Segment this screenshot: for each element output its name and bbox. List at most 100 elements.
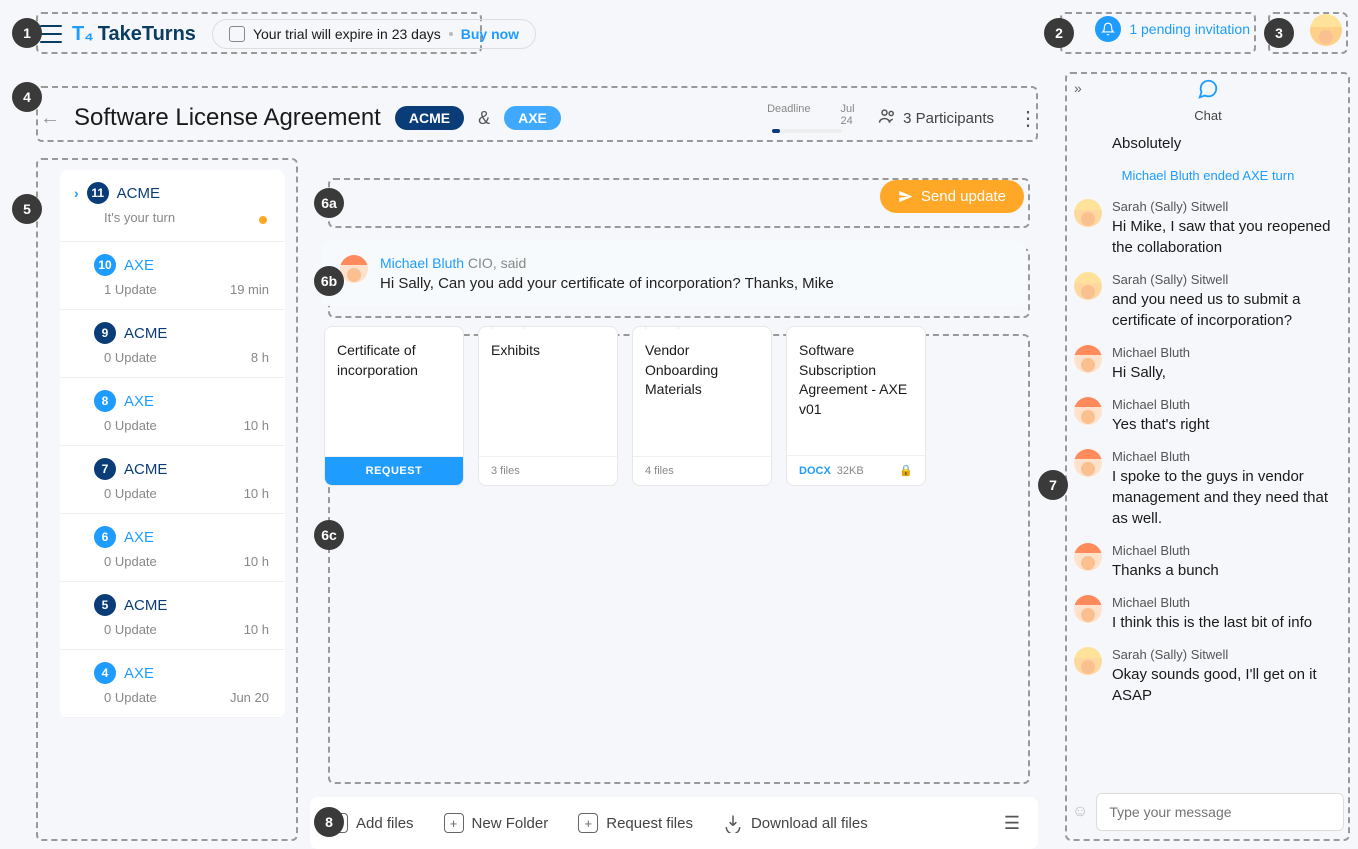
trial-banner: Your trial will expire in 23 days Buy no…: [212, 19, 536, 49]
chat-body-text: Hi Sally,: [1112, 362, 1342, 383]
file-card[interactable]: Certificate of incorporationREQUEST: [324, 326, 464, 486]
turn-party: ACME: [124, 597, 167, 614]
chat-message: Sarah (Sally) Sitwell Hi Mike, I saw that…: [1074, 199, 1342, 258]
file-title: Software Subscription Agreement - AXE v0…: [787, 327, 925, 455]
chat-body-text: Hi Mike, I saw that you reopened the col…: [1112, 216, 1342, 258]
turn-item[interactable]: 7ACME0 Update10 h: [60, 446, 285, 514]
menu-icon[interactable]: [40, 25, 62, 43]
download-all-label: Download all files: [751, 815, 868, 832]
chat-header: » Chat: [1068, 72, 1348, 131]
chat-avatar-icon: [1074, 199, 1102, 227]
chat-avatar-icon: [1074, 272, 1102, 300]
turn-party: AXE: [124, 257, 154, 274]
turn-party: ACME: [117, 185, 160, 202]
collapse-icon[interactable]: »: [1074, 80, 1082, 96]
turn-number: 9: [94, 322, 116, 344]
marker-1: 1: [12, 18, 42, 48]
turn-number: 8: [94, 390, 116, 412]
turn-message: Michael Bluth CIO, said Hi Sally, Can yo…: [322, 241, 1026, 306]
marker-7: 7: [1038, 470, 1068, 500]
chat-body-text: and you need us to submit a certificate …: [1112, 289, 1342, 331]
chat-author: Michael Bluth: [1112, 595, 1342, 610]
request-files-label: Request files: [606, 815, 693, 832]
chat-body-text: Okay sounds good, I'll get on it ASAP: [1112, 664, 1342, 706]
turn-time: 10 h: [244, 622, 269, 637]
turn-item[interactable]: ›11ACMEIt's your turn: [60, 170, 285, 242]
send-bar: Send update: [310, 170, 1038, 223]
turns-sidebar: ›11ACMEIt's your turn10AXE1 Update19 min…: [60, 170, 285, 718]
turn-number: 11: [87, 182, 109, 204]
add-files-label: Add files: [356, 815, 414, 832]
chat-body[interactable]: Absolutely Michael Bluth ended AXE turn …: [1068, 131, 1348, 785]
logo[interactable]: T₄ TakeTurns: [72, 23, 196, 46]
chat-author: Michael Bluth: [1112, 543, 1342, 558]
list-view-icon[interactable]: ☰: [1004, 813, 1020, 834]
msg-body: Hi Sally, Can you add your certificate o…: [380, 275, 1008, 292]
turn-status: It's your turn: [104, 210, 175, 225]
back-icon[interactable]: ←: [40, 107, 60, 130]
send-update-button[interactable]: Send update: [880, 180, 1024, 213]
marker-6b: 6b: [314, 266, 344, 296]
chat-author: Sarah (Sally) Sitwell: [1112, 199, 1342, 214]
participants[interactable]: 3 Participants: [877, 106, 994, 130]
notif-text: 1 pending invitation: [1129, 21, 1250, 37]
chat-author: Sarah (Sally) Sitwell: [1112, 647, 1342, 662]
titlebar: ← Software License Agreement ACME & AXE …: [40, 98, 1038, 138]
deadline: Deadline Jul 24: [767, 103, 847, 133]
turn-item[interactable]: 5ACME0 Update10 h: [60, 582, 285, 650]
new-folder-icon: +: [444, 813, 464, 833]
new-folder-button[interactable]: + New Folder: [444, 813, 549, 833]
chat-avatar-icon: [1074, 595, 1102, 623]
request-files-button[interactable]: + Request files: [578, 813, 693, 833]
author-name: Michael Bluth: [380, 255, 464, 271]
chat-message: Sarah (Sally) Sitwell Okay sounds good, I…: [1074, 647, 1342, 706]
turn-item[interactable]: 6AXE0 Update10 h: [60, 514, 285, 582]
chat-author: Sarah (Sally) Sitwell: [1112, 272, 1342, 287]
download-all-button[interactable]: Download all files: [723, 813, 868, 833]
chat-avatar-icon: [1074, 647, 1102, 675]
turn-item[interactable]: 10AXE1 Update19 min: [60, 242, 285, 310]
file-card[interactable]: Software Subscription Agreement - AXE v0…: [786, 326, 926, 486]
chat-panel: » Chat Absolutely Michael Bluth ended AX…: [1068, 72, 1348, 839]
participants-text: 3 Participants: [903, 110, 994, 127]
turn-item[interactable]: 9ACME0 Update8 h: [60, 310, 285, 378]
turn-status: 0 Update: [104, 486, 157, 501]
file-count: 4 files: [633, 456, 771, 485]
file-request-badge: REQUEST: [325, 456, 463, 485]
user-avatar[interactable]: [1310, 14, 1342, 46]
file-grid: Certificate of incorporationREQUESTExhib…: [310, 306, 1038, 486]
chat-avatar-icon: [1074, 543, 1102, 571]
party-b-pill[interactable]: AXE: [504, 106, 561, 130]
bell-icon: [1095, 16, 1121, 42]
marker-6a: 6a: [314, 188, 344, 218]
marker-2: 2: [1044, 18, 1074, 48]
logo-icon: T₄: [72, 23, 94, 46]
new-folder-label: New Folder: [472, 815, 549, 832]
party-a-pill[interactable]: ACME: [395, 106, 464, 130]
chat-input[interactable]: [1096, 793, 1344, 831]
chat-message: Michael BluthThanks a bunch: [1074, 543, 1342, 581]
deadline-label: Deadline: [767, 103, 810, 127]
emoji-icon[interactable]: ☺: [1072, 803, 1088, 821]
file-count: 3 files: [479, 456, 617, 485]
logo-text: TakeTurns: [98, 23, 196, 46]
marker-5: 5: [12, 194, 42, 224]
file-card[interactable]: Vendor Onboarding Materials4 files: [632, 326, 772, 486]
turn-number: 6: [94, 526, 116, 548]
turn-item[interactable]: 4AXE0 UpdateJun 20: [60, 650, 285, 718]
ampersand: &: [478, 108, 490, 129]
notifications[interactable]: 1 pending invitation: [1095, 16, 1250, 42]
turn-party: ACME: [124, 325, 167, 342]
chat-body-text: Absolutely: [1112, 133, 1181, 154]
marker-4: 4: [12, 82, 42, 112]
turn-status: 0 Update: [104, 690, 157, 705]
file-title: Vendor Onboarding Materials: [633, 327, 771, 456]
buy-now-link[interactable]: Buy now: [461, 26, 519, 42]
file-card[interactable]: Exhibits3 files: [478, 326, 618, 486]
more-icon[interactable]: ⋮: [1018, 106, 1038, 131]
turn-status: 0 Update: [104, 350, 157, 365]
msg-author: Michael Bluth CIO, said: [380, 255, 1008, 271]
send-label: Send update: [921, 188, 1006, 205]
chat-author: Michael Bluth: [1112, 345, 1342, 360]
turn-item[interactable]: 8AXE0 Update10 h: [60, 378, 285, 446]
